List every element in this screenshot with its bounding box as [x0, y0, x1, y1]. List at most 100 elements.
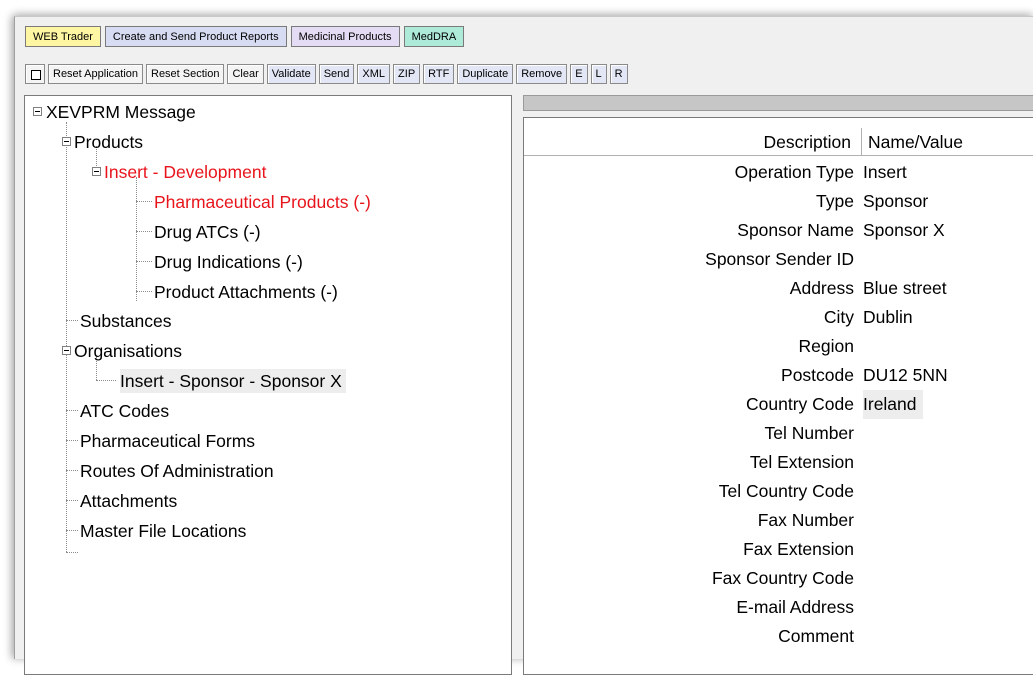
table-row[interactable]: Address Blue street: [524, 274, 1033, 303]
tree-node-routes-of-administration[interactable]: Routes Of Administration: [80, 459, 274, 483]
table-row[interactable]: Fax Country Code: [524, 564, 1033, 593]
tree-connector-line: [136, 177, 137, 301]
l-button[interactable]: L: [590, 64, 607, 84]
tree-node-product-attachments[interactable]: Product Attachments (-): [154, 280, 338, 304]
row-description: Address: [789, 278, 854, 298]
table-row[interactable]: Postcode DU12 5NN: [524, 361, 1033, 390]
main-tabs: WEB Trader Create and Send Product Repor…: [25, 26, 468, 48]
table-row[interactable]: Type Sponsor: [524, 187, 1033, 216]
tree-node-attachments[interactable]: Attachments: [80, 489, 177, 513]
tree-panel: XEVPRM Message Products Insert - Develop…: [24, 95, 512, 675]
row-description: Type: [816, 191, 854, 211]
tree-node-insert-development[interactable]: Insert - Development: [104, 160, 266, 184]
tree-connector-line: [66, 440, 78, 441]
tree-connector-line: [96, 380, 116, 381]
row-value[interactable]: Sponsor: [863, 187, 928, 216]
tree-node-insert-sponsor[interactable]: Insert - Sponsor - Sponsor X: [120, 369, 346, 393]
row-description: Tel Extension: [749, 452, 854, 472]
tab-medicinal-products[interactable]: Medicinal Products: [290, 26, 400, 47]
r-button[interactable]: R: [609, 64, 628, 84]
tree-node-organisations[interactable]: Organisations: [74, 339, 182, 363]
row-description: Fax Number: [757, 510, 854, 530]
table-row[interactable]: Sponsor Name Sponsor X: [524, 216, 1033, 245]
tree-connector-line: [136, 201, 152, 202]
tree-node-drug-atcs[interactable]: Drug ATCs (-): [154, 220, 261, 244]
table-row[interactable]: Fax Extension: [524, 535, 1033, 564]
tree-node-products[interactable]: Products: [74, 130, 143, 154]
table-row[interactable]: E-mail Address: [524, 593, 1033, 622]
tree-connector-line: [66, 122, 67, 552]
reset-section-button[interactable]: Reset Section: [146, 64, 225, 84]
table-row[interactable]: City Dublin: [524, 303, 1033, 332]
row-description: City: [823, 307, 854, 327]
table-row[interactable]: Country Code Ireland: [524, 390, 1033, 419]
xml-button[interactable]: XML: [357, 64, 391, 84]
message-tree: XEVPRM Message Products Insert - Develop…: [25, 96, 511, 674]
collapse-icon[interactable]: [62, 346, 71, 355]
row-value[interactable]: DU12 5NN: [863, 361, 948, 390]
table-row[interactable]: Tel Country Code: [524, 477, 1033, 506]
table-row[interactable]: Sponsor Sender ID: [524, 245, 1033, 274]
tree-node-pharmaceutical-forms[interactable]: Pharmaceutical Forms: [80, 429, 255, 453]
tree-node-substances[interactable]: Substances: [80, 309, 171, 333]
tree-connector-line: [66, 320, 78, 321]
table-row[interactable]: Region: [524, 332, 1033, 361]
tree-connector-line: [136, 261, 152, 262]
property-grid: Description Name/Value Operation Type Ins…: [523, 117, 1033, 675]
e-button[interactable]: E: [570, 64, 588, 84]
table-row[interactable]: Operation Type Insert: [524, 158, 1033, 187]
row-value-selected[interactable]: Ireland: [863, 390, 923, 419]
tab-meddra[interactable]: MedDRA: [403, 26, 465, 47]
tab-web-trader[interactable]: WEB Trader: [25, 26, 101, 47]
zip-button[interactable]: ZIP: [393, 64, 421, 84]
remove-button[interactable]: Remove: [516, 64, 568, 84]
tree-node-drug-indications[interactable]: Drug Indications (-): [154, 250, 303, 274]
validate-button[interactable]: Validate: [266, 64, 316, 84]
row-description: Tel Number: [764, 423, 854, 443]
column-header-description[interactable]: Description: [524, 128, 862, 156]
row-description: Comment: [778, 626, 854, 646]
tree-connector-line: [66, 552, 78, 553]
tree-connector-line: [66, 530, 78, 531]
clear-button[interactable]: Clear: [227, 64, 264, 84]
application-window: WEB Trader Create and Send Product Repor…: [14, 16, 1033, 675]
column-header-name-value[interactable]: Name/Value: [862, 128, 1033, 156]
row-description: Sponsor Sender ID: [705, 249, 854, 269]
tab-create-send-reports[interactable]: Create and Send Product Reports: [104, 26, 287, 47]
row-description: Fax Country Code: [711, 568, 854, 588]
row-description: Tel Country Code: [718, 481, 854, 501]
send-button[interactable]: Send: [318, 64, 355, 84]
table-row[interactable]: Tel Number: [524, 419, 1033, 448]
tree-node-pharmaceutical-products[interactable]: Pharmaceutical Products (-): [154, 190, 371, 214]
duplicate-button[interactable]: Duplicate: [457, 64, 514, 84]
tree-connector-line: [136, 231, 152, 232]
row-description: Fax Extension: [743, 539, 854, 559]
table-row[interactable]: Tel Extension: [524, 448, 1033, 477]
row-description: Postcode: [781, 365, 854, 385]
collapse-icon[interactable]: [92, 167, 101, 176]
tree-connector-line: [136, 291, 152, 292]
reset-application-button[interactable]: Reset Application: [48, 64, 143, 84]
select-checkbox-button[interactable]: [25, 64, 45, 84]
collapse-icon[interactable]: [33, 107, 42, 116]
rtf-button[interactable]: RTF: [423, 64, 455, 84]
tree-node-master-file-locations[interactable]: Master File Locations: [80, 519, 246, 543]
row-value[interactable]: Blue street: [863, 274, 947, 303]
table-row[interactable]: Fax Number: [524, 506, 1033, 535]
tree-node-atc-codes[interactable]: ATC Codes: [80, 399, 169, 423]
row-value[interactable]: Insert: [863, 158, 907, 187]
row-description: E-mail Address: [736, 597, 854, 617]
table-row[interactable]: Comment: [524, 622, 1033, 651]
checkbox-icon: [31, 70, 41, 80]
tree-node-xevprm-message[interactable]: XEVPRM Message: [46, 100, 196, 124]
tree-connector-line: [66, 410, 78, 411]
tree-connector-line: [66, 470, 78, 471]
row-value[interactable]: Dublin: [863, 303, 913, 332]
collapse-icon[interactable]: [62, 137, 71, 146]
row-description: Sponsor Name: [737, 220, 854, 240]
tree-connector-line: [66, 500, 78, 501]
row-description: Region: [798, 336, 854, 356]
toolbar: Reset Application Reset Section Clear Va…: [25, 64, 631, 84]
splitter-bar[interactable]: [523, 95, 1033, 111]
row-value[interactable]: Sponsor X: [863, 216, 945, 245]
